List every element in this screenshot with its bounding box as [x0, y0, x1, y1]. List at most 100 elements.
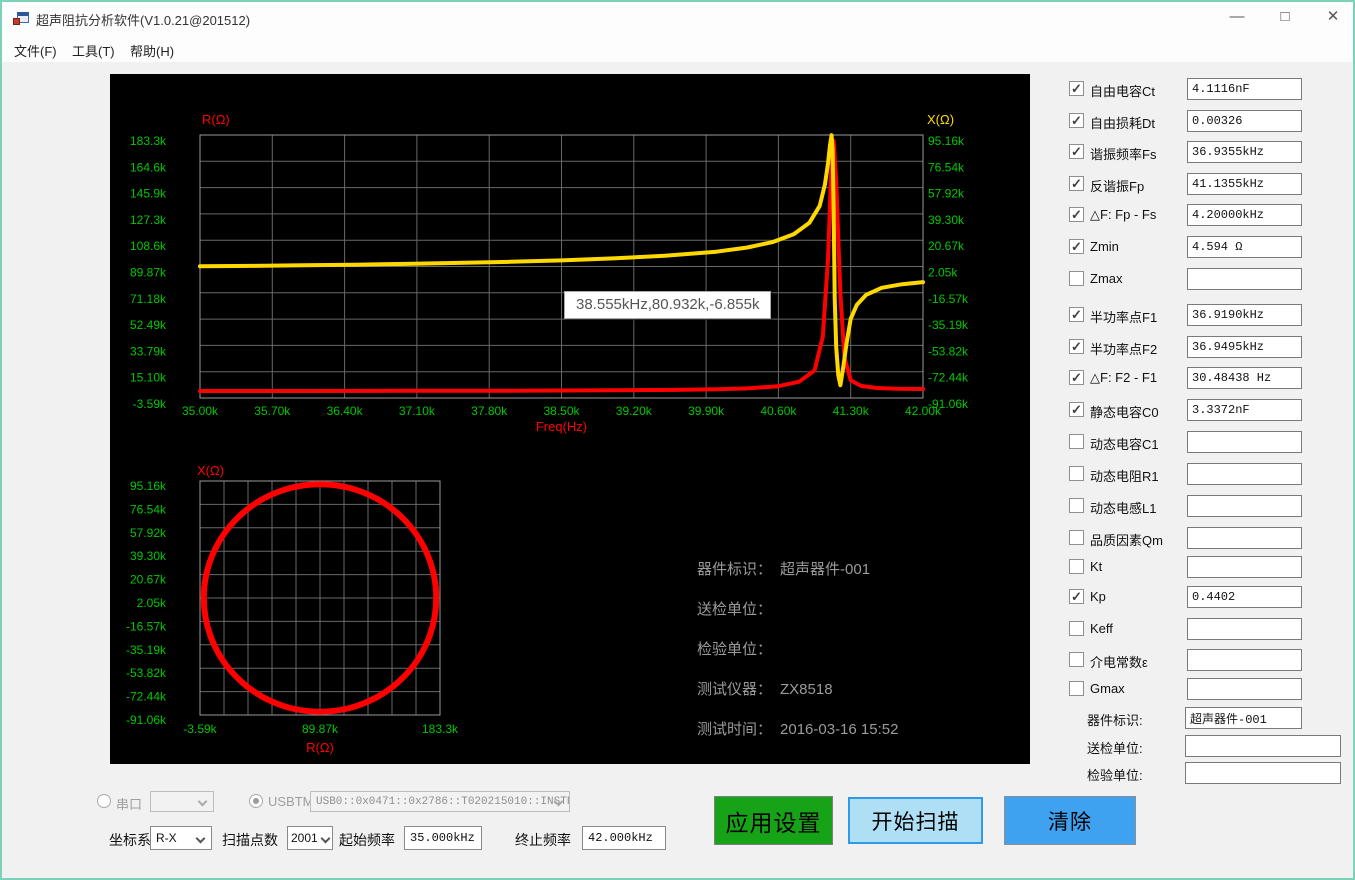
main-right-axis-tick: 57.92k: [928, 187, 965, 201]
id-field-label: 检验单位:: [1087, 765, 1143, 784]
param-checkbox[interactable]: [1069, 271, 1084, 286]
param-checkbox[interactable]: ✓: [1069, 144, 1084, 159]
param-value-input[interactable]: [1187, 586, 1302, 608]
scan-points-combo[interactable]: 2001: [287, 826, 333, 850]
usbtmc-address-combo[interactable]: USB0::0x0471::0x2786::T020215010::INSTR: [310, 791, 570, 812]
param-checkbox[interactable]: ✓: [1069, 402, 1084, 417]
param-label: 自由电容Ct: [1090, 81, 1155, 100]
param-value-input[interactable]: [1187, 495, 1302, 517]
param-checkbox[interactable]: [1069, 434, 1084, 449]
main-right-axis-tick: 95.16k: [928, 134, 965, 148]
id-field-input[interactable]: [1185, 707, 1302, 729]
checkmark-icon: ✓: [1071, 590, 1082, 603]
main-left-axis-tick: 71.18k: [130, 292, 167, 306]
param-row: ✓ 静态电容C0: [1069, 399, 1351, 421]
apply-settings-button[interactable]: 应用设置: [714, 796, 833, 845]
param-checkbox[interactable]: ✓: [1069, 176, 1084, 191]
param-row: 品质因素Qm: [1069, 527, 1351, 549]
param-value-input[interactable]: [1187, 527, 1302, 549]
param-checkbox[interactable]: ✓: [1069, 370, 1084, 385]
param-checkbox[interactable]: [1069, 652, 1084, 667]
param-checkbox[interactable]: [1069, 559, 1084, 574]
param-checkbox[interactable]: ✓: [1069, 589, 1084, 604]
param-checkbox[interactable]: [1069, 621, 1084, 636]
info-label: 检验单位：: [697, 641, 772, 658]
param-value-input[interactable]: [1187, 618, 1302, 640]
circle-y-axis-tick: 2.05k: [137, 596, 167, 610]
serial-port-combo[interactable]: [150, 791, 214, 812]
menu-tools[interactable]: 工具(T): [66, 39, 121, 62]
param-value-input[interactable]: [1187, 463, 1302, 485]
param-row: 动态电容C1: [1069, 431, 1351, 453]
circle-y-axis-tick: -91.06k: [126, 713, 167, 727]
param-label: △F: F2 - F1: [1090, 370, 1157, 386]
param-value-input[interactable]: [1187, 173, 1302, 195]
circle-x-axis-title: R(Ω): [306, 740, 334, 755]
checkmark-icon: ✓: [1071, 403, 1082, 416]
minimize-button[interactable]: —: [1220, 2, 1254, 32]
param-row: Keff: [1069, 618, 1351, 640]
param-value-input[interactable]: [1187, 110, 1302, 132]
start-freq-label: 起始频率: [339, 830, 395, 850]
param-checkbox[interactable]: ✓: [1069, 113, 1084, 128]
id-field-input[interactable]: [1185, 762, 1341, 784]
param-checkbox[interactable]: ✓: [1069, 339, 1084, 354]
menu-file[interactable]: 文件(F): [8, 39, 63, 62]
close-button[interactable]: ✕: [1316, 2, 1350, 32]
start-scan-button[interactable]: 开始扫描: [848, 797, 983, 844]
param-value-input[interactable]: [1187, 236, 1302, 258]
param-value-input[interactable]: [1187, 399, 1302, 421]
param-value-input[interactable]: [1187, 556, 1302, 578]
stop-freq-input[interactable]: [582, 826, 666, 850]
param-value-input[interactable]: [1187, 367, 1302, 389]
circle-y-axis-tick: 95.16k: [130, 479, 167, 493]
checkmark-icon: ✓: [1071, 82, 1082, 95]
menu-help[interactable]: 帮助(H): [124, 39, 180, 62]
param-label: 半功率点F1: [1090, 307, 1157, 326]
param-value-input[interactable]: [1187, 141, 1302, 163]
param-row: ✓Kp: [1069, 586, 1351, 608]
param-label: 动态电阻R1: [1090, 466, 1159, 485]
maximize-button[interactable]: □: [1268, 2, 1302, 32]
param-value-input[interactable]: [1187, 304, 1302, 326]
param-label: 静态电容C0: [1090, 402, 1159, 421]
param-checkbox[interactable]: ✓: [1069, 207, 1084, 222]
param-row: ✓ 半功率点F1: [1069, 304, 1351, 326]
circle-x-axis-tick: -3.59k: [183, 722, 217, 736]
main-x-axis-title: Freq(Hz): [536, 419, 587, 434]
info-line: 检验单位：: [697, 638, 898, 678]
param-label: 品质因素Qm: [1090, 530, 1163, 549]
info-value: 2016-03-16 15:52: [780, 721, 898, 738]
param-value-input[interactable]: [1187, 204, 1302, 226]
serial-radio[interactable]: [97, 794, 111, 808]
param-checkbox[interactable]: [1069, 498, 1084, 513]
param-value-input[interactable]: [1187, 268, 1302, 290]
stop-freq-label: 终止频率: [515, 830, 571, 850]
param-value-input[interactable]: [1187, 649, 1302, 671]
param-value-input[interactable]: [1187, 336, 1302, 358]
circle-y-axis-tick: -53.82k: [126, 666, 167, 680]
param-checkbox[interactable]: ✓: [1069, 239, 1084, 254]
main-x-axis-tick: 37.10k: [399, 404, 436, 418]
param-checkbox[interactable]: [1069, 681, 1084, 696]
main-right-axis-tick: -35.19k: [928, 318, 969, 332]
scan-points-label: 扫描点数: [222, 830, 278, 850]
coord-system-combo[interactable]: R-X: [150, 826, 212, 850]
usbtmc-radio[interactable]: [249, 794, 263, 808]
param-checkbox[interactable]: [1069, 466, 1084, 481]
param-checkbox[interactable]: [1069, 530, 1084, 545]
param-label: 动态电感L1: [1090, 498, 1156, 517]
param-value-input[interactable]: [1187, 678, 1302, 700]
param-checkbox[interactable]: ✓: [1069, 81, 1084, 96]
cursor-tooltip: 38.555kHz,80.932k,-6.855k: [564, 291, 771, 319]
clear-button[interactable]: 清除: [1004, 796, 1136, 845]
id-field-input[interactable]: [1185, 735, 1341, 757]
param-value-input[interactable]: [1187, 431, 1302, 453]
param-value-input[interactable]: [1187, 78, 1302, 100]
main-right-axis-tick: 76.54k: [928, 160, 965, 174]
start-freq-input[interactable]: [404, 826, 482, 850]
main-right-axis-tick: 39.30k: [928, 213, 965, 227]
main-x-axis-tick: 40.60k: [760, 404, 797, 418]
main-x-axis-tick: 37.80k: [471, 404, 508, 418]
param-checkbox[interactable]: ✓: [1069, 307, 1084, 322]
